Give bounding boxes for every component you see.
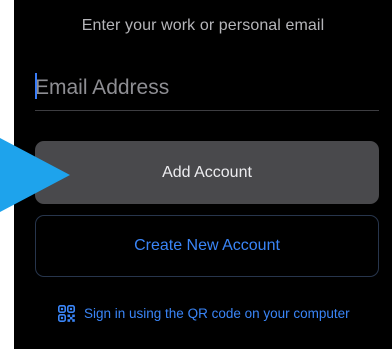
add-account-button[interactable]: Add Account xyxy=(35,141,379,204)
create-new-account-label: Create New Account xyxy=(134,237,280,254)
subtitle-text: Enter your work or personal email xyxy=(81,17,325,34)
pointer-arrow-icon xyxy=(0,138,70,212)
qr-signin-label: Sign in using the QR code on your comput… xyxy=(84,305,350,321)
add-account-label: Add Account xyxy=(162,163,252,181)
email-address-input[interactable] xyxy=(35,66,379,111)
text-caret xyxy=(35,73,37,99)
login-screen: Enter your work or personal email Add Ac… xyxy=(0,0,392,349)
create-new-account-button[interactable]: Create New Account xyxy=(35,215,379,277)
qr-signin-link[interactable]: Sign in using the QR code on your comput… xyxy=(58,301,350,325)
qr-code-icon xyxy=(58,304,75,322)
